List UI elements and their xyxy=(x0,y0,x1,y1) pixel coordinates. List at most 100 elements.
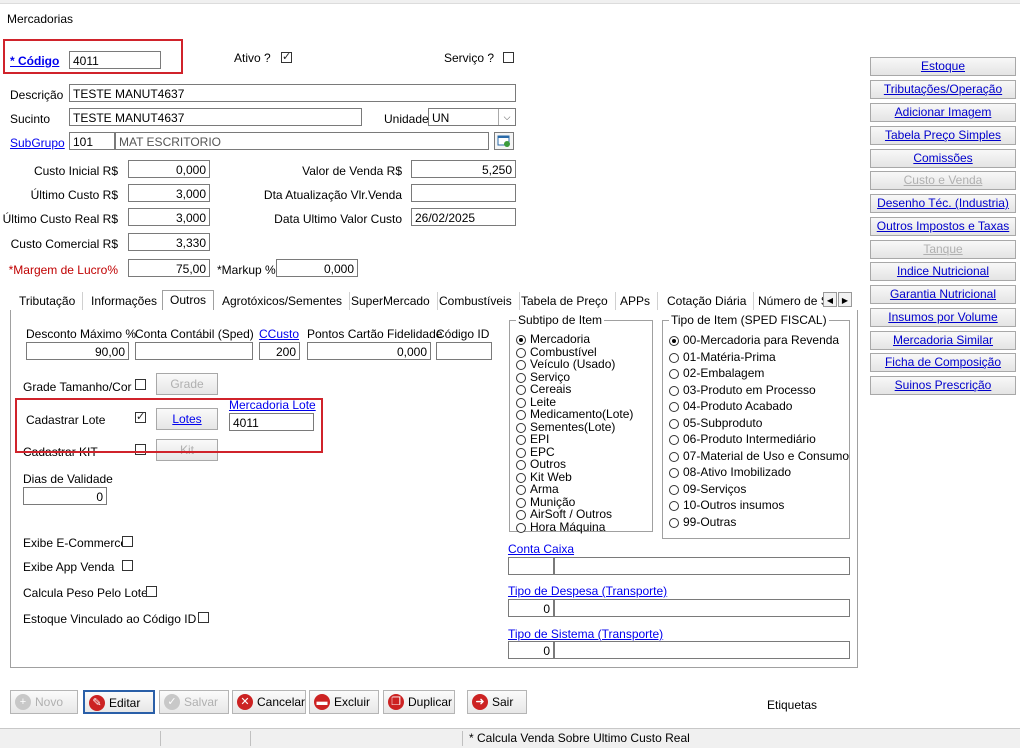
codigo-label[interactable]: * Código xyxy=(10,54,59,68)
subtipo-radio-leite[interactable]: Leite xyxy=(516,396,556,408)
subgrupo-label[interactable]: SubGrupo xyxy=(10,136,65,150)
ativo-checkbox[interactable] xyxy=(281,50,292,63)
tab-scroll-left-icon[interactable]: ◀ xyxy=(823,292,837,307)
tipo-radio-06[interactable]: 06-Produto Intermediário xyxy=(669,433,816,445)
peso-lote-checkbox[interactable] xyxy=(146,586,157,597)
tab-informacoes[interactable]: Informações xyxy=(84,292,166,310)
subgrupo-search-icon[interactable] xyxy=(494,132,514,150)
tipo-radio-02[interactable]: 02-Embalagem xyxy=(669,367,764,379)
subtipo-radio-hora-maquina[interactable]: Hora Máquina xyxy=(516,521,605,533)
tipo-radio-05[interactable]: 05-Subproduto xyxy=(669,417,762,429)
subtipo-radio-epc[interactable]: EPC xyxy=(516,446,555,458)
tipo-radio-08[interactable]: 08-Ativo Imobilizado xyxy=(669,466,791,478)
valor-venda-input[interactable]: 5,250 xyxy=(411,160,516,178)
duplicar-button[interactable]: ❐ Duplicar xyxy=(383,690,455,714)
pontos-fidelidade-input[interactable]: 0,000 xyxy=(307,342,431,360)
ccusto-label[interactable]: CCusto xyxy=(259,327,299,341)
etiquetas-label[interactable]: Etiquetas xyxy=(767,698,817,712)
peso-lote-label: Calcula Peso Pelo Lote xyxy=(23,586,148,600)
custo-comercial-input[interactable]: 3,330 xyxy=(128,233,210,251)
tab-apps[interactable]: APPs xyxy=(613,292,659,310)
markup-input[interactable]: 0,000 xyxy=(276,259,358,277)
tab-cotacao-diaria[interactable]: Cotação Diária xyxy=(660,292,755,310)
tipo-radio-01[interactable]: 01-Matéria-Prima xyxy=(669,351,776,363)
subtipo-radio-outros[interactable]: Outros xyxy=(516,458,566,470)
tab-tabela-preco[interactable]: Tabela de Preço xyxy=(514,292,616,310)
subtipo-radio-epi[interactable]: EPI xyxy=(516,433,549,445)
tab-numero-serie-label: Número de S xyxy=(758,294,829,308)
ultimo-custo-real-input[interactable]: 3,000 xyxy=(128,208,210,226)
subtipo-radio-servico[interactable]: Serviço xyxy=(516,371,570,383)
dias-validade-input[interactable]: 0 xyxy=(23,487,107,505)
sidebar-desenho-tec-button[interactable]: Desenho Téc. (Industria) xyxy=(870,194,1016,213)
subtipo-radio-cereais[interactable]: Cereais xyxy=(516,383,571,395)
subtipo-radio-combustivel[interactable]: Combustível xyxy=(516,346,597,358)
sidebar-mercadoria-similar-button[interactable]: Mercadoria Similar xyxy=(870,331,1016,350)
descricao-input[interactable]: TESTE MANUT4637 xyxy=(69,84,516,102)
tipo-sistema-label[interactable]: Tipo de Sistema (Transporte) xyxy=(508,627,663,641)
tab-outros[interactable]: Outros xyxy=(162,290,215,311)
sidebar-insumos-volume-button[interactable]: Insumos por Volume xyxy=(870,308,1016,327)
tipo-radio-10[interactable]: 10-Outros insumos xyxy=(669,499,784,511)
subtipo-radio-municao[interactable]: Munição xyxy=(516,496,575,508)
subtipo-radio-medicamento[interactable]: Medicamento(Lote) xyxy=(516,408,633,420)
subtipo-radio-sementes[interactable]: Sementes(Lote) xyxy=(516,421,615,433)
tipo-despesa-label[interactable]: Tipo de Despesa (Transporte) xyxy=(508,584,667,598)
tab-combustiveis[interactable]: Combustíveis xyxy=(432,292,520,310)
sidebar-garantia-nutricional-button[interactable]: Garantia Nutricional xyxy=(870,285,1016,304)
custo-inicial-input[interactable]: 0,000 xyxy=(128,160,210,178)
tipo-radio-00[interactable]: 00-Mercadoria para Revenda xyxy=(669,334,839,346)
subtipo-radio-kit-web[interactable]: Kit Web xyxy=(516,471,572,483)
chevron-down-icon[interactable]: ⌵ xyxy=(498,109,515,125)
cancelar-button[interactable]: ✕ Cancelar xyxy=(232,690,306,714)
subtipo-radio-mercadoria[interactable]: Mercadoria xyxy=(516,333,590,345)
editar-button[interactable]: ✎ Editar xyxy=(83,690,155,714)
sidebar-indice-nutricional-button[interactable]: Indice Nutricional xyxy=(870,262,1016,281)
tipo-radio-07[interactable]: 07-Material de Uso e Consumo xyxy=(669,450,849,462)
sidebar-outros-impostos-button[interactable]: Outros Impostos e Taxas xyxy=(870,217,1016,236)
radio-dot xyxy=(516,510,526,520)
sidebar-comissoes-button[interactable]: Comissões xyxy=(870,149,1016,168)
tab-scroll-right-icon[interactable]: ▶ xyxy=(838,292,852,307)
data-ultimo-custo-input[interactable]: 26/02/2025 xyxy=(411,208,516,226)
tipo-sistema-code-input[interactable]: 0 xyxy=(508,641,554,659)
subtipo-radio-veiculo[interactable]: Veículo (Usado) xyxy=(516,358,615,370)
sidebar-suinos-prescricao-button[interactable]: Suinos Prescrição xyxy=(870,376,1016,395)
tipo-despesa-code-input[interactable]: 0 xyxy=(508,599,554,617)
app-venda-checkbox[interactable] xyxy=(122,560,133,571)
dta-atualizacao-input[interactable] xyxy=(411,184,516,202)
estoque-vinculado-checkbox[interactable] xyxy=(198,612,209,623)
sair-button[interactable]: ➜ Sair xyxy=(467,690,527,714)
margem-lucro-input[interactable]: 75,00 xyxy=(128,259,210,277)
sidebar-tabela-preco-button[interactable]: Tabela Preço Simples xyxy=(870,126,1016,145)
tab-tributacao[interactable]: Tributação xyxy=(12,292,84,310)
sucinto-input[interactable]: TESTE MANUT4637 xyxy=(69,108,362,126)
unidade-label: Unidade xyxy=(384,112,429,126)
subtipo-radio-airsoft[interactable]: AirSoft / Outros xyxy=(516,508,612,520)
ultimo-custo-input[interactable]: 3,000 xyxy=(128,184,210,202)
conta-caixa-label[interactable]: Conta Caixa xyxy=(508,542,574,556)
tipo-radio-09[interactable]: 09-Serviços xyxy=(669,483,746,495)
codigo-id-input[interactable] xyxy=(436,342,492,360)
tab-agrotoxicos[interactable]: Agrotóxicos/Sementes xyxy=(215,292,351,310)
excluir-button[interactable]: ▬ Excluir xyxy=(309,690,379,714)
desconto-maximo-input[interactable]: 90,00 xyxy=(26,342,129,360)
grade-checkbox[interactable] xyxy=(135,379,146,390)
conta-caixa-code-input[interactable] xyxy=(508,557,554,575)
tab-supermercado[interactable]: SuperMercado xyxy=(344,292,438,310)
sidebar-adicionar-imagem-button[interactable]: Adicionar Imagem xyxy=(870,103,1016,122)
sidebar-estoque-button[interactable]: Estoque xyxy=(870,57,1016,76)
sidebar-ficha-composicao-button[interactable]: Ficha de Composição xyxy=(870,353,1016,372)
codigo-input[interactable]: 4011 xyxy=(69,51,161,69)
tipo-radio-04[interactable]: 04-Produto Acabado xyxy=(669,400,792,412)
subgrupo-code-input[interactable]: 101 xyxy=(69,132,115,150)
tipo-radio-99[interactable]: 99-Outras xyxy=(669,516,736,528)
ccusto-input[interactable]: 200 xyxy=(259,342,300,360)
conta-contabil-input[interactable] xyxy=(135,342,253,360)
sidebar-tributacoes-button[interactable]: Tributações/Operação xyxy=(870,80,1016,99)
servico-checkbox[interactable] xyxy=(503,52,514,63)
ecommerce-checkbox[interactable] xyxy=(122,536,133,547)
unidade-select[interactable]: UN ⌵ xyxy=(428,108,516,126)
tipo-radio-03[interactable]: 03-Produto em Processo xyxy=(669,384,816,396)
subtipo-radio-arma[interactable]: Arma xyxy=(516,483,559,495)
